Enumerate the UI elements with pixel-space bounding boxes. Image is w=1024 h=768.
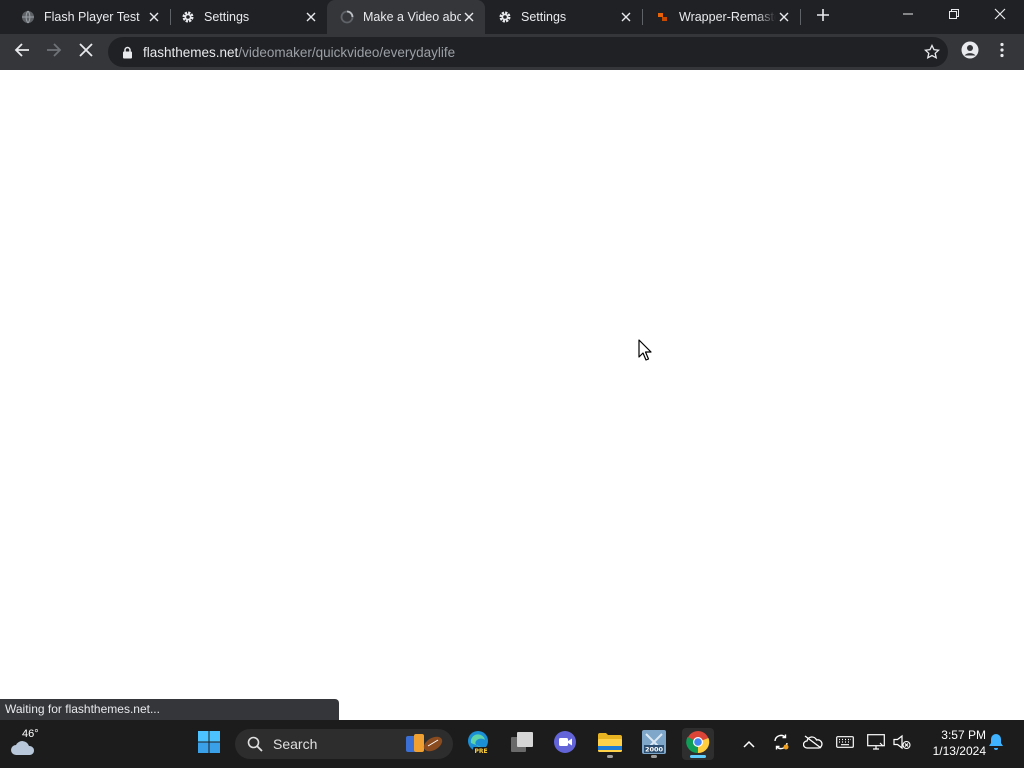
task-view-icon [510, 731, 534, 758]
minimize-icon [902, 7, 914, 25]
restore-icon [948, 7, 960, 25]
onedrive-off-icon [802, 734, 823, 754]
running-indicator [651, 755, 657, 758]
wrapper-favicon [655, 9, 671, 25]
close-tab-icon[interactable] [303, 9, 319, 25]
forward-button[interactable] [40, 38, 68, 66]
tray-keyboard[interactable] [835, 734, 855, 754]
show-hidden-icons-button[interactable] [739, 734, 759, 754]
volume-muted-icon [893, 734, 911, 755]
stop-loading-icon [79, 42, 93, 62]
active-app-indicator [690, 755, 706, 758]
plus-icon [816, 8, 830, 27]
minimize-button[interactable] [885, 0, 931, 32]
profile-button[interactable] [956, 38, 984, 66]
globe-icon [20, 9, 36, 25]
tab-title: Settings [521, 10, 567, 24]
svg-text:2000: 2000 [645, 745, 664, 753]
cloud-icon [10, 740, 36, 761]
bookmark-star-icon[interactable] [923, 43, 941, 60]
file-explorer-icon [597, 731, 623, 758]
url-host: flashthemes.net [143, 44, 239, 60]
gear-icon [497, 9, 513, 25]
search-highlight-icon [405, 732, 447, 756]
tray-sync[interactable] [771, 734, 791, 754]
tray-onedrive[interactable] [802, 734, 823, 754]
close-tab-icon[interactable] [776, 9, 792, 25]
chrome-menu-button[interactable] [988, 38, 1016, 66]
taskbar-app-edge-preview[interactable]: PRE [462, 728, 494, 760]
taskbar-teams[interactable] [549, 728, 581, 760]
clock-time: 3:57 PM [941, 728, 986, 742]
close-icon [994, 7, 1006, 25]
tab-strip: Flash Player Test Settings Make a Video … [0, 0, 1024, 34]
tab-flash-player-test[interactable]: Flash Player Test [0, 0, 170, 34]
teams-icon [552, 729, 578, 760]
running-indicator [607, 755, 613, 758]
taskbar-task-view[interactable] [506, 728, 538, 760]
tab-settings-1[interactable]: Settings [170, 0, 327, 34]
url-path: /videomaker/quickvideo/everydaylife [238, 44, 456, 60]
tab-make-a-video[interactable]: Make a Video abc [327, 0, 485, 34]
forward-arrow-icon [46, 42, 62, 63]
profile-icon [961, 41, 979, 64]
tab-settings-2[interactable]: Settings [485, 0, 642, 34]
close-tab-icon[interactable] [461, 9, 477, 25]
keyboard-icon [836, 735, 854, 753]
tab-separator [800, 9, 801, 25]
search-label: Search [273, 736, 318, 752]
weather-temperature: 46° [22, 728, 39, 740]
tray-volume[interactable] [892, 734, 912, 754]
close-tab-icon[interactable] [618, 9, 634, 25]
close-tab-icon[interactable] [146, 9, 162, 25]
display-icon [867, 733, 885, 755]
kebab-menu-icon [1000, 42, 1004, 63]
status-bubble: Waiting for flashthemes.net... [0, 699, 339, 720]
taskbar-search[interactable]: Search [235, 729, 453, 759]
edge-pre-icon: PRE [465, 729, 491, 760]
start-button[interactable] [193, 728, 225, 760]
mouse-cursor-icon [638, 339, 652, 361]
back-button[interactable] [8, 38, 36, 66]
taskbar-clock[interactable]: 3:57 PM 1/13/2024 [920, 727, 986, 759]
address-bar[interactable]: flashthemes.net/videomaker/quickvideo/ev… [108, 37, 948, 67]
page-content [0, 70, 1024, 720]
gear-icon [180, 9, 196, 25]
chevron-up-icon [743, 735, 755, 753]
browser-toolbar: flashthemes.net/videomaker/quickvideo/ev… [0, 34, 1024, 70]
tab-wrapper-remastered[interactable]: Wrapper-Remasto [643, 0, 800, 34]
loading-spinner-icon [339, 9, 355, 25]
search-icon [247, 736, 263, 752]
new-tab-button[interactable] [809, 3, 837, 31]
stop-loading-button[interactable] [72, 38, 100, 66]
tab-title: Flash Player Test [44, 10, 140, 24]
taskbar-chrome[interactable] [682, 728, 714, 760]
tab-title: Make a Video abc [363, 10, 461, 24]
sync-icon [772, 733, 790, 756]
weather-widget[interactable]: 46° [8, 726, 48, 762]
svg-text:PRE: PRE [474, 748, 487, 755]
taskbar: 46° Search PRE 2000 3:57 PM 1/13/2024 [0, 720, 1024, 768]
tray-display[interactable] [866, 733, 886, 755]
notification-center-button[interactable] [986, 733, 1006, 756]
url-text[interactable]: flashthemes.net/videomaker/quickvideo/ev… [143, 45, 455, 60]
tab-title: Settings [204, 10, 250, 24]
taskbar-windows-2000[interactable]: 2000 [638, 728, 670, 760]
close-window-button[interactable] [977, 0, 1023, 32]
clock-date: 1/13/2024 [932, 744, 986, 758]
back-arrow-icon [14, 42, 30, 63]
lock-icon[interactable] [120, 45, 134, 59]
start-icon [197, 730, 221, 759]
taskbar-file-explorer[interactable] [594, 728, 626, 760]
tab-title: Wrapper-Remasto [679, 10, 776, 24]
notification-bell-icon [988, 733, 1004, 756]
restore-button[interactable] [931, 0, 977, 32]
